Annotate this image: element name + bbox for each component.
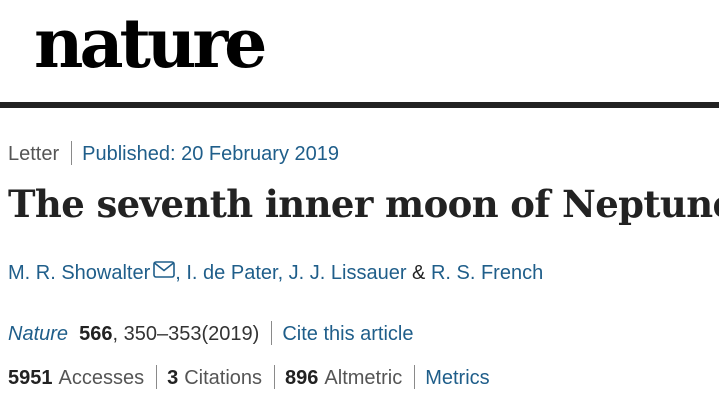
pages-year: , 350–353(2019) (112, 323, 260, 345)
article-meta: Letter Published: 20 February 2019 (8, 141, 339, 166)
meta-separator (71, 141, 73, 165)
accesses-count: 5951 (8, 367, 53, 389)
metrics-bar: 5951 Accesses 3 Citations 896 Altmetric Metric… (8, 365, 490, 390)
citations-label: Citations (184, 367, 263, 389)
author-link-de-pater[interactable]: , I. de Pater (175, 262, 277, 284)
volume-number: 566 (79, 323, 113, 345)
accesses-label: Accesses (58, 367, 145, 389)
citation-line: Nature 566, 350–353(2019) Cite this artic… (8, 321, 413, 346)
author-link-french[interactable]: R. S. French (431, 262, 543, 284)
mail-icon[interactable] (153, 261, 176, 284)
article-title: The seventh inner moon of Neptune (8, 182, 719, 226)
journal-link[interactable]: Nature (8, 323, 68, 345)
citation-separator (271, 321, 273, 345)
metrics-link[interactable]: Metrics (425, 367, 489, 389)
metrics-separator-2 (274, 365, 276, 389)
author-ampersand: & (406, 262, 431, 284)
metrics-separator-3 (414, 365, 416, 389)
masthead: nature (0, 0, 719, 102)
altmetric-label: Altmetric (324, 367, 403, 389)
author-link-lissauer[interactable]: , J. J. Lissauer (278, 262, 407, 284)
cite-this-article-link[interactable]: Cite this article (282, 323, 413, 345)
author-link-showalter[interactable]: M. R. Showalter (8, 262, 150, 284)
citations-count: 3 (167, 367, 179, 389)
article-type: Letter (8, 143, 60, 165)
author-list: M. R. Showalter , I. de Pater, J. J. Liss… (8, 261, 543, 285)
nature-logo[interactable]: nature (34, 0, 267, 78)
published-date-link[interactable]: Published: 20 February 2019 (82, 143, 339, 165)
metrics-separator-1 (156, 365, 158, 389)
altmetric-count: 896 (285, 367, 319, 389)
masthead-divider (0, 102, 719, 108)
